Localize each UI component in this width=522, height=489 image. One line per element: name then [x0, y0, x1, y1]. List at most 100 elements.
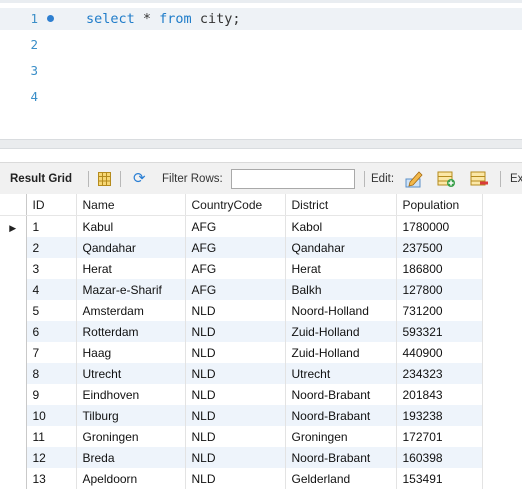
cell-countrycode[interactable]: NLD: [185, 426, 286, 447]
refresh-icon[interactable]: ⟳: [133, 171, 146, 187]
table-row[interactable]: 5 Amsterdam NLD Noord-Holland 731200: [0, 300, 483, 321]
cell-population[interactable]: 193238: [396, 405, 483, 426]
cell-district[interactable]: Herat: [285, 258, 397, 279]
cell-name[interactable]: Tilburg: [76, 405, 186, 426]
cell-countrycode[interactable]: NLD: [185, 300, 286, 321]
cell-district[interactable]: Utrecht: [285, 363, 397, 384]
cell-population[interactable]: 172701: [396, 426, 483, 447]
row-header-corner: [0, 194, 27, 216]
cell-id[interactable]: 11: [26, 426, 77, 447]
export-label[interactable]: Ex: [510, 163, 522, 195]
cell-countrycode[interactable]: AFG: [185, 237, 286, 258]
cell-district[interactable]: Zuid-Holland: [285, 342, 397, 363]
cell-population[interactable]: 160398: [396, 447, 483, 468]
cell-countrycode[interactable]: NLD: [185, 363, 286, 384]
column-header-id[interactable]: ID: [26, 194, 77, 216]
cell-countrycode[interactable]: AFG: [185, 215, 286, 237]
result-grid-tab[interactable]: Result Grid: [10, 163, 72, 195]
editor-line-4[interactable]: 4: [0, 86, 522, 108]
cell-district[interactable]: Qandahar: [285, 237, 397, 258]
cell-id[interactable]: 1: [26, 215, 77, 237]
cell-population[interactable]: 153491: [396, 468, 483, 489]
cell-id[interactable]: 12: [26, 447, 77, 468]
table-row[interactable]: 4 Mazar-e-Sharif AFG Balkh 127800: [0, 279, 483, 300]
table-row[interactable]: 11 Groningen NLD Groningen 172701: [0, 426, 483, 447]
cell-id[interactable]: 8: [26, 363, 77, 384]
cell-population[interactable]: 593321: [396, 321, 483, 342]
table-row[interactable]: 10 Tilburg NLD Noord-Brabant 193238: [0, 405, 483, 426]
cell-name[interactable]: Rotterdam: [76, 321, 186, 342]
panel-splitter[interactable]: [0, 139, 522, 149]
cell-district[interactable]: Noord-Brabant: [285, 405, 397, 426]
cell-id[interactable]: 5: [26, 300, 77, 321]
table-row[interactable]: 8 Utrecht NLD Utrecht 234323: [0, 363, 483, 384]
column-header-district[interactable]: District: [285, 194, 397, 216]
result-grid-layout-icon[interactable]: [98, 172, 111, 186]
cell-name[interactable]: Breda: [76, 447, 186, 468]
edit-pencil-icon[interactable]: [405, 170, 423, 188]
cell-countrycode[interactable]: NLD: [185, 321, 286, 342]
cell-id[interactable]: 13: [26, 468, 77, 489]
cell-district[interactable]: Groningen: [285, 426, 397, 447]
cell-id[interactable]: 10: [26, 405, 77, 426]
cell-district[interactable]: Noord-Brabant: [285, 447, 397, 468]
cell-name[interactable]: Apeldoorn: [76, 468, 186, 489]
editor-line-1[interactable]: 1 select * from city;: [0, 8, 522, 30]
sql-editor[interactable]: 1 select * from city; 2 3 4: [0, 0, 522, 118]
cell-id[interactable]: 2: [26, 237, 77, 258]
sql-statement[interactable]: select * from city;: [86, 8, 240, 30]
table-row[interactable]: 3 Herat AFG Herat 186800: [0, 258, 483, 279]
add-row-icon[interactable]: [437, 170, 455, 188]
column-header-population[interactable]: Population: [396, 194, 483, 216]
result-grid[interactable]: ID Name CountryCode District Population …: [0, 194, 522, 489]
cell-id[interactable]: 4: [26, 279, 77, 300]
table-row[interactable]: 12 Breda NLD Noord-Brabant 160398: [0, 447, 483, 468]
cell-countrycode[interactable]: NLD: [185, 342, 286, 363]
cell-countrycode[interactable]: AFG: [185, 258, 286, 279]
table-row[interactable]: 2 Qandahar AFG Qandahar 237500: [0, 237, 483, 258]
cell-id[interactable]: 3: [26, 258, 77, 279]
table-row[interactable]: 7 Haag NLD Zuid-Holland 440900: [0, 342, 483, 363]
cell-district[interactable]: Kabol: [285, 215, 397, 237]
cell-population[interactable]: 201843: [396, 384, 483, 405]
cell-countrycode[interactable]: NLD: [185, 468, 286, 489]
cell-population[interactable]: 1780000: [396, 215, 483, 237]
table-row[interactable]: 6 Rotterdam NLD Zuid-Holland 593321: [0, 321, 483, 342]
cell-countrycode[interactable]: NLD: [185, 447, 286, 468]
cell-name[interactable]: Eindhoven: [76, 384, 186, 405]
cell-population[interactable]: 127800: [396, 279, 483, 300]
table-row[interactable]: ▶ 1 Kabul AFG Kabol 1780000: [0, 215, 483, 237]
cell-district[interactable]: Noord-Brabant: [285, 384, 397, 405]
editor-line-2[interactable]: 2: [0, 34, 522, 56]
cell-population[interactable]: 186800: [396, 258, 483, 279]
filter-rows-input[interactable]: [231, 169, 355, 189]
cell-population[interactable]: 731200: [396, 300, 483, 321]
cell-district[interactable]: Gelderland: [285, 468, 397, 489]
table-row[interactable]: 13 Apeldoorn NLD Gelderland 153491: [0, 468, 483, 489]
editor-line-3[interactable]: 3: [0, 60, 522, 82]
cell-name[interactable]: Utrecht: [76, 363, 186, 384]
cell-id[interactable]: 9: [26, 384, 77, 405]
cell-countrycode[interactable]: AFG: [185, 279, 286, 300]
cell-name[interactable]: Groningen: [76, 426, 186, 447]
cell-name[interactable]: Herat: [76, 258, 186, 279]
cell-population[interactable]: 234323: [396, 363, 483, 384]
cell-district[interactable]: Zuid-Holland: [285, 321, 397, 342]
column-header-name[interactable]: Name: [76, 194, 186, 216]
column-header-countrycode[interactable]: CountryCode: [185, 194, 286, 216]
cell-id[interactable]: 6: [26, 321, 77, 342]
cell-population[interactable]: 237500: [396, 237, 483, 258]
table-row[interactable]: 9 Eindhoven NLD Noord-Brabant 201843: [0, 384, 483, 405]
cell-id[interactable]: 7: [26, 342, 77, 363]
cell-countrycode[interactable]: NLD: [185, 384, 286, 405]
cell-name[interactable]: Qandahar: [76, 237, 186, 258]
cell-name[interactable]: Kabul: [76, 215, 186, 237]
cell-district[interactable]: Balkh: [285, 279, 397, 300]
cell-district[interactable]: Noord-Holland: [285, 300, 397, 321]
cell-population[interactable]: 440900: [396, 342, 483, 363]
cell-name[interactable]: Mazar-e-Sharif: [76, 279, 186, 300]
cell-countrycode[interactable]: NLD: [185, 405, 286, 426]
cell-name[interactable]: Amsterdam: [76, 300, 186, 321]
cell-name[interactable]: Haag: [76, 342, 186, 363]
delete-row-icon[interactable]: [470, 170, 488, 188]
